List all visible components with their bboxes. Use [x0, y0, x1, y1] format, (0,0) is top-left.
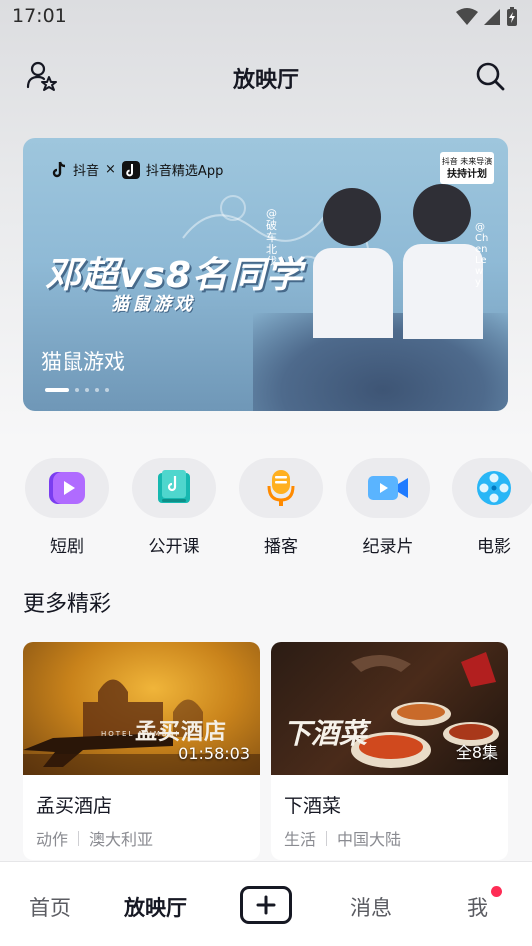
card-genre: 生活	[284, 830, 317, 849]
category-label: 纪录片	[362, 537, 414, 557]
card-genre: 动作	[36, 830, 69, 849]
section-title: 更多精彩	[23, 592, 112, 617]
banner-logo-app: 抖音精选App	[145, 164, 224, 179]
banner-badge: 抖音 未来导演 扶持计划	[440, 152, 494, 184]
card-thumbnail: 孟买酒店 HOTEL MUMBAI 01:58:03	[23, 642, 260, 775]
category-icon-bg	[132, 458, 216, 518]
card-region: 中国大陆	[337, 830, 402, 849]
banner-logo-x: ×	[105, 162, 116, 177]
nav-me[interactable]: 我	[467, 892, 488, 922]
douyin-select-app-icon	[121, 160, 140, 179]
category-label: 公开课	[148, 537, 200, 557]
banner-logo: 抖音 × 抖音精选App	[51, 160, 223, 179]
douyin-logo-icon	[52, 161, 66, 177]
status-time: 17:01	[12, 5, 67, 27]
category-open-course[interactable]: 公开课	[132, 458, 216, 557]
category-icon-bg	[25, 458, 109, 518]
status-icons	[456, 7, 518, 27]
featured-banner[interactable]: 抖音 × 抖音精选App 抖音 未来导演 扶持计划 @破车北伐 @ChenLew…	[23, 138, 508, 411]
nav-messages[interactable]: 消息	[350, 892, 392, 922]
pagination-dot	[95, 388, 99, 392]
banner-badge-line1: 抖音 未来导演	[441, 157, 493, 166]
meta-divider	[78, 830, 80, 846]
movie-icon	[477, 471, 511, 505]
category-label: 播客	[264, 537, 298, 557]
header: 放映厅	[0, 54, 532, 100]
category-icon-bg	[346, 458, 430, 518]
card-region: 澳大利亚	[89, 830, 154, 849]
banner-person-right	[403, 244, 483, 339]
category-movie[interactable]: 电影	[452, 458, 532, 557]
category-label: 电影	[477, 537, 511, 557]
pagination-dot	[75, 388, 79, 392]
category-icon-bg	[452, 458, 532, 518]
search-icon	[476, 62, 505, 91]
banner-person-left-head	[323, 188, 381, 246]
page-title: 放映厅	[232, 68, 299, 93]
banner-handle-right: @ChenLewy	[475, 222, 489, 288]
content-card[interactable]: 下酒菜 全8集 下酒菜 生活 中国大陆	[271, 642, 508, 860]
content-card[interactable]: 孟买酒店 HOTEL MUMBAI 01:58:03 孟买酒店 动作 澳大利亚	[23, 642, 260, 860]
pagination-dot	[105, 388, 109, 392]
documentary-icon	[368, 476, 408, 500]
meta-divider	[326, 830, 328, 846]
category-documentary[interactable]: 纪录片	[346, 458, 430, 557]
banner-title: 猫鼠游戏	[41, 350, 125, 374]
card-overlay-title: 下酒菜	[283, 717, 368, 750]
banner-subheadline: 猫鼠游戏	[111, 294, 195, 315]
card-title: 孟买酒店	[36, 795, 113, 817]
create-button[interactable]	[240, 886, 292, 924]
card-title: 下酒菜	[284, 795, 342, 817]
category-short-drama[interactable]: 短剧	[25, 458, 109, 557]
card-thumbnail: 下酒菜 全8集	[271, 642, 508, 775]
plus-icon	[256, 895, 276, 915]
banner-person-left	[313, 248, 393, 338]
card-overlay-small: HOTEL MUMBAI	[101, 730, 180, 738]
category-label: 短剧	[50, 537, 84, 557]
pagination-dot-active	[45, 388, 69, 392]
category-row: 短剧 公开课 播客 纪录片 电影	[0, 458, 532, 558]
notification-dot	[491, 886, 502, 897]
banner-pagination	[45, 388, 109, 392]
cellular-signal-icon	[484, 9, 500, 25]
nav-home[interactable]: 首页	[29, 892, 71, 922]
card-meta: 动作 澳大利亚	[36, 826, 153, 850]
card-duration: 01:58:03	[178, 744, 250, 763]
open-course-icon	[158, 470, 190, 503]
banner-logo-text: 抖音	[73, 164, 100, 179]
card-episodes: 全8集	[455, 743, 498, 762]
search-button[interactable]	[472, 58, 508, 94]
pagination-dot	[85, 388, 89, 392]
category-podcast[interactable]: 播客	[239, 458, 323, 557]
battery-icon	[507, 7, 517, 26]
short-drama-icon	[49, 472, 85, 504]
banner-badge-line2: 扶持计划	[447, 169, 487, 180]
wifi-icon	[456, 8, 478, 25]
status-bar: 17:01	[0, 0, 532, 34]
bottom-navigation: 首页 放映厅 消息 我	[0, 861, 532, 946]
podcast-icon	[267, 470, 295, 506]
card-meta: 生活 中国大陆	[284, 826, 401, 850]
nav-theater[interactable]: 放映厅	[124, 892, 187, 922]
category-icon-bg	[239, 458, 323, 518]
banner-person-right-head	[413, 184, 471, 242]
